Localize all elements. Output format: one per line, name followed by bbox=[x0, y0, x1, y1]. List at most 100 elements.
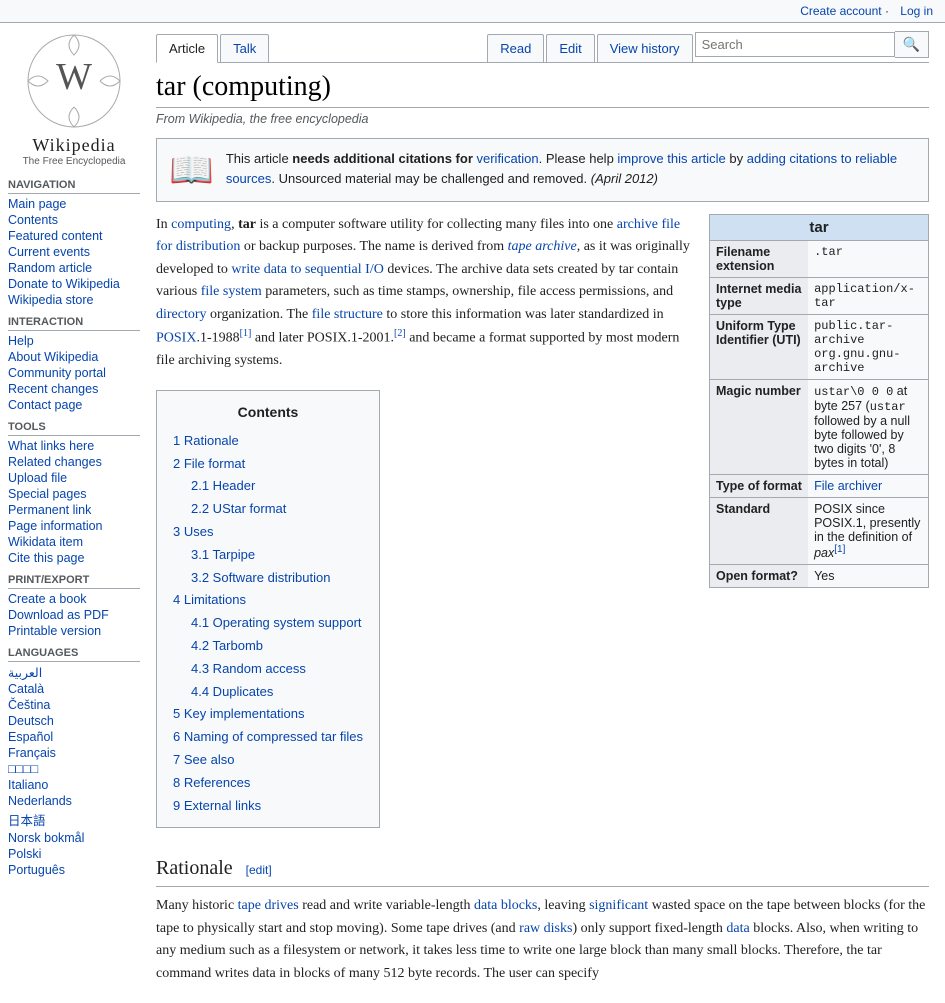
search-icon: 🔍 bbox=[903, 36, 920, 52]
sidebar-item-lang-ca[interactable]: Català bbox=[8, 681, 140, 697]
toc-link-os-support[interactable]: 4.1 Operating system support bbox=[191, 615, 362, 630]
sidebar-item-related-changes[interactable]: Related changes bbox=[8, 454, 140, 470]
write-data-link[interactable]: write data to sequential bbox=[231, 262, 361, 277]
sidebar-item-lang-cs[interactable]: Čeština bbox=[8, 697, 140, 713]
from-wiki: From Wikipedia, the free encyclopedia bbox=[156, 112, 929, 126]
sidebar-item-what-links[interactable]: What links here bbox=[8, 438, 140, 454]
toc-link-tarpipe[interactable]: 3.1 Tarpipe bbox=[191, 547, 255, 562]
sidebar-item-main-page[interactable]: Main page bbox=[8, 196, 140, 212]
infobox-label-open: Open format? bbox=[710, 565, 808, 588]
data-link[interactable]: data bbox=[726, 921, 749, 936]
verification-link[interactable]: verification bbox=[477, 151, 539, 166]
ref-2[interactable]: [2] bbox=[394, 328, 406, 339]
sidebar-item-current-events[interactable]: Current events bbox=[8, 244, 140, 260]
infobox-value-ext: .tar bbox=[808, 241, 928, 278]
sidebar-item-help[interactable]: Help bbox=[8, 333, 140, 349]
log-in-link[interactable]: Log in bbox=[900, 4, 933, 18]
wikipedia-title: Wikipedia bbox=[8, 135, 140, 156]
tape-archive-link[interactable]: tape archive bbox=[508, 239, 577, 254]
computing-link[interactable]: computing bbox=[171, 217, 231, 232]
sidebar-item-cite[interactable]: Cite this page bbox=[8, 550, 140, 566]
sidebar-item-create-book[interactable]: Create a book bbox=[8, 591, 140, 607]
sidebar-item-lang-de[interactable]: Deutsch bbox=[8, 713, 140, 729]
sidebar-item-lang-fr[interactable]: Français bbox=[8, 745, 140, 761]
search-button[interactable]: 🔍 bbox=[895, 31, 929, 58]
sidebar-item-lang-nb[interactable]: Norsk bokmål bbox=[8, 830, 140, 846]
toc-item-1: 1 Rationale bbox=[173, 430, 363, 453]
sidebar-item-download-pdf[interactable]: Download as PDF bbox=[8, 607, 140, 623]
toc-item-2: 2 File format bbox=[173, 453, 363, 476]
logo-text: Wikipedia The Free Encyclopedia bbox=[8, 135, 140, 167]
data-blocks-link[interactable]: data blocks bbox=[474, 898, 537, 913]
sidebar-item-about[interactable]: About Wikipedia bbox=[8, 349, 140, 365]
tab-article[interactable]: Article bbox=[156, 34, 218, 63]
toc-link-random-access[interactable]: 4.3 Random access bbox=[191, 661, 306, 676]
toc-link-key-impl[interactable]: 5 Key implementations bbox=[173, 706, 305, 721]
tab-read[interactable]: Read bbox=[487, 34, 544, 62]
tab-view-history[interactable]: View history bbox=[597, 34, 693, 62]
sidebar-item-lang-it[interactable]: Italiano bbox=[8, 777, 140, 793]
toc-link-naming[interactable]: 6 Naming of compressed tar files bbox=[173, 729, 363, 744]
toc-link-uses[interactable]: 3 Uses bbox=[173, 524, 213, 539]
sidebar-item-lang-ja2[interactable]: □□□□ bbox=[8, 761, 140, 777]
create-account-link[interactable]: Create account bbox=[800, 4, 881, 18]
search-input[interactable] bbox=[695, 32, 895, 57]
sidebar-item-wikidata[interactable]: Wikidata item bbox=[8, 534, 140, 550]
toc-link-header[interactable]: 2.1 Header bbox=[191, 478, 255, 493]
ref-1-link[interactable]: [1] bbox=[834, 544, 845, 555]
raw-disks-link[interactable]: raw disks bbox=[519, 921, 572, 936]
toc-link-see-also[interactable]: 7 See also bbox=[173, 752, 234, 767]
sidebar-item-permanent-link[interactable]: Permanent link bbox=[8, 502, 140, 518]
toc-link-software-dist[interactable]: 3.2 Software distribution bbox=[191, 570, 330, 585]
toc-item-2-1: 2.1 Header bbox=[173, 475, 363, 498]
filesystem-link[interactable]: file system bbox=[201, 284, 262, 299]
sidebar-item-lang-es[interactable]: Español bbox=[8, 729, 140, 745]
tools-section: Tools What links here Related changes Up… bbox=[8, 421, 140, 566]
file-archiver-link[interactable]: File archiver bbox=[814, 479, 882, 493]
improve-link[interactable]: improve this article bbox=[617, 151, 725, 166]
rationale-edit-button[interactable]: edit bbox=[249, 863, 268, 877]
infobox: tar Filename extension .tar Internet med… bbox=[709, 214, 929, 588]
sidebar-item-printable[interactable]: Printable version bbox=[8, 623, 140, 639]
sidebar-item-lang-pl[interactable]: Polski bbox=[8, 846, 140, 862]
significant-link[interactable]: significant bbox=[589, 898, 648, 913]
sidebar-item-lang-ar[interactable]: العربية bbox=[8, 664, 140, 681]
top-bar: Create account · Log in bbox=[0, 0, 945, 23]
directory-link[interactable]: directory bbox=[156, 307, 207, 322]
toc-link-references[interactable]: 8 References bbox=[173, 775, 250, 790]
sidebar-item-lang-nl[interactable]: Nederlands bbox=[8, 793, 140, 809]
archive-link[interactable]: archive file for distribution bbox=[156, 217, 680, 254]
toc-link-tarbomb[interactable]: 4.2 Tarbomb bbox=[191, 638, 263, 653]
io-link[interactable]: I/O bbox=[365, 262, 384, 277]
sidebar-item-lang-pt[interactable]: Português bbox=[8, 862, 140, 878]
sidebar-item-page-info[interactable]: Page information bbox=[8, 518, 140, 534]
toc-title: Contents bbox=[173, 401, 363, 423]
sidebar-item-upload-file[interactable]: Upload file bbox=[8, 470, 140, 486]
tab-talk[interactable]: Talk bbox=[220, 34, 269, 62]
toc-link-rationale[interactable]: 1 Rationale bbox=[173, 433, 239, 448]
svg-text:W: W bbox=[56, 56, 92, 98]
sidebar-item-store[interactable]: Wikipedia store bbox=[8, 292, 140, 308]
sidebar-item-contact[interactable]: Contact page bbox=[8, 397, 140, 413]
toc-link-limitations[interactable]: 4 Limitations bbox=[173, 592, 246, 607]
sidebar-item-special-pages[interactable]: Special pages bbox=[8, 486, 140, 502]
sidebar-item-contents[interactable]: Contents bbox=[8, 212, 140, 228]
file-structure-link[interactable]: file structure bbox=[312, 307, 383, 322]
tab-edit[interactable]: Edit bbox=[546, 34, 594, 62]
tape-drives-link[interactable]: tape drives bbox=[238, 898, 299, 913]
sidebar-item-lang-ja[interactable]: 日本語 bbox=[8, 809, 140, 830]
sidebar-item-community-portal[interactable]: Community portal bbox=[8, 365, 140, 381]
sidebar-item-recent-changes[interactable]: Recent changes bbox=[8, 381, 140, 397]
toc-item-3-2: 3.2 Software distribution bbox=[173, 567, 363, 590]
toc-link-duplicates[interactable]: 4.4 Duplicates bbox=[191, 684, 273, 699]
sidebar-item-featured-content[interactable]: Featured content bbox=[8, 228, 140, 244]
sidebar-item-donate[interactable]: Donate to Wikipedia bbox=[8, 276, 140, 292]
ref-1a[interactable]: [1] bbox=[240, 328, 252, 339]
infobox-label-uti: Uniform Type Identifier (UTI) bbox=[710, 315, 808, 380]
toc-link-ustar[interactable]: 2.2 UStar format bbox=[191, 501, 286, 516]
posix-link[interactable]: POSIX bbox=[156, 331, 196, 346]
sidebar-item-random-article[interactable]: Random article bbox=[8, 260, 140, 276]
toc-link-file-format[interactable]: 2 File format bbox=[173, 456, 245, 471]
infobox-value-standard: POSIX since POSIX.1, presently in the de… bbox=[808, 498, 928, 565]
toc-link-external[interactable]: 9 External links bbox=[173, 798, 261, 813]
